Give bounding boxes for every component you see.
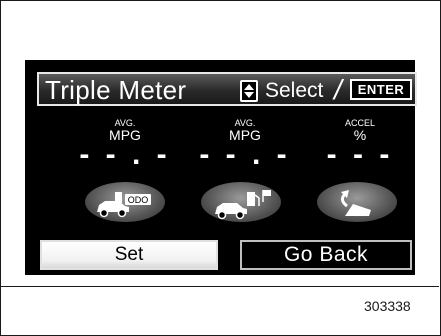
go-back-button[interactable]: Go Back [240, 240, 412, 270]
pedal-icon [345, 204, 371, 216]
meter-value-3: - - - [326, 138, 394, 171]
odo-meter-button[interactable]: ODO [85, 182, 165, 222]
enter-key-icon: ENTER [350, 79, 412, 100]
accel-meter-button[interactable] [317, 182, 397, 222]
page-title: Triple Meter [45, 75, 187, 105]
caption-divider [0, 286, 439, 287]
set-button[interactable]: Set [40, 240, 218, 270]
svg-text:ODO: ODO [128, 195, 149, 205]
figure-number: 303338 [364, 298, 411, 314]
display-screen: Triple Meter Select / ENTER AVG. MPG AVG… [25, 60, 417, 275]
hint-separator: / [334, 74, 342, 105]
fuel-pump-icon [247, 192, 255, 206]
car-icon [97, 201, 129, 218]
meter-value-2: - - . - [199, 138, 291, 171]
trip-meter-button[interactable] [201, 182, 281, 222]
header-bar: Triple Meter Select / ENTER [37, 72, 417, 106]
meter-value-1: - - . - [79, 138, 171, 171]
select-hint: Select [265, 79, 324, 102]
flag-icon [263, 190, 271, 196]
up-down-select-icon [240, 80, 258, 102]
fuel-pump-icon [115, 192, 122, 203]
car-icon [215, 203, 247, 220]
